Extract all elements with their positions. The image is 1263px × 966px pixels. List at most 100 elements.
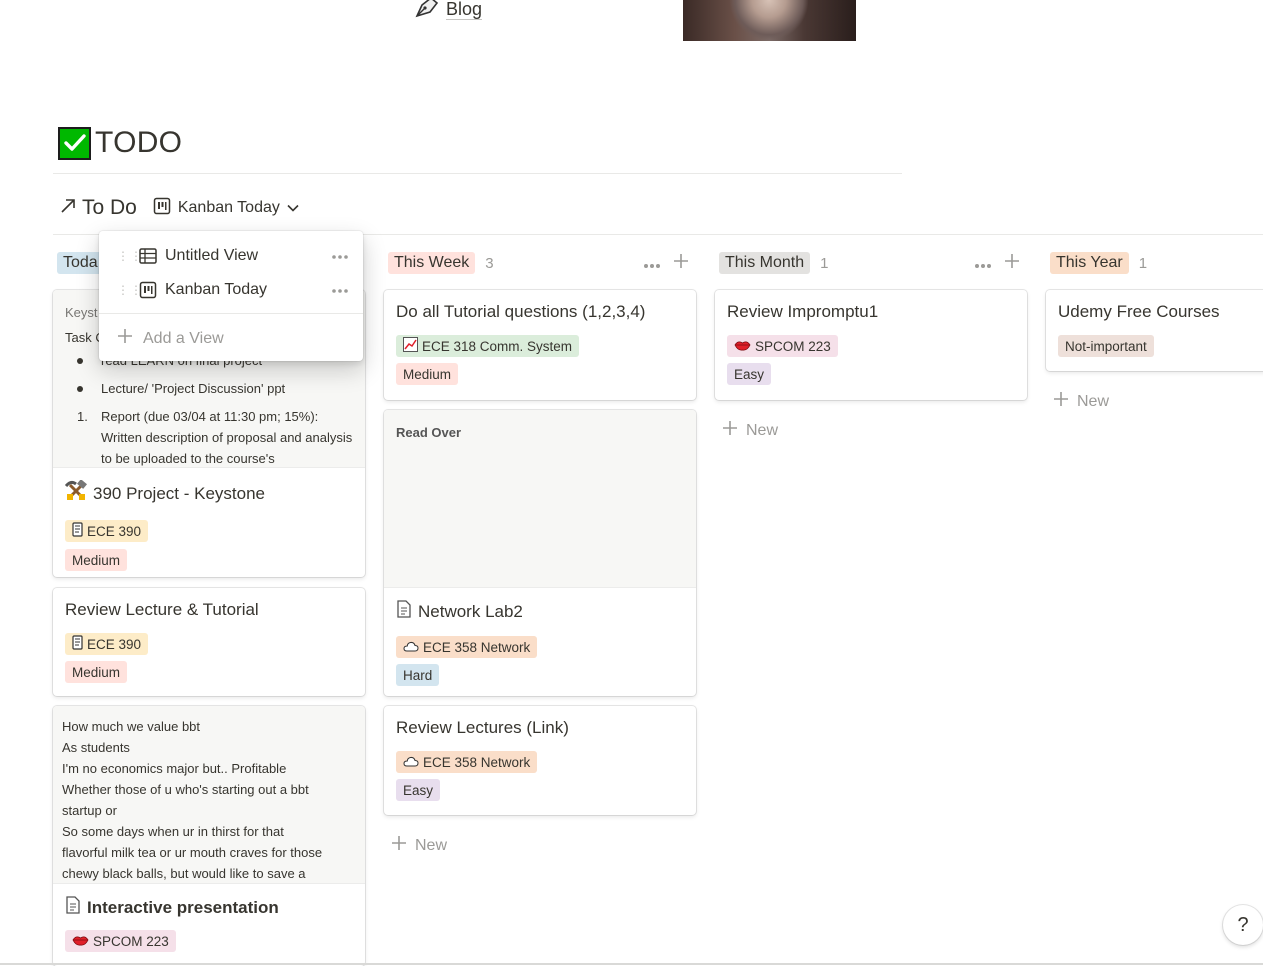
column-header-this-week: This Week 3 xyxy=(388,252,494,274)
more-icon[interactable] xyxy=(643,253,661,274)
plus-icon xyxy=(391,835,407,856)
preview-line: chewy black balls, but would like to sav… xyxy=(62,866,306,881)
profile-photo xyxy=(683,0,856,41)
database-title: To Do xyxy=(82,196,137,219)
hammer-and-pick-icon xyxy=(64,479,87,507)
page-title-row: TODO xyxy=(58,126,182,160)
help-button[interactable]: ? xyxy=(1223,905,1263,945)
course-tag: SPCOM 223 xyxy=(727,335,838,357)
course-tag: ECE 358 Network xyxy=(396,751,538,773)
view-menu-divider xyxy=(99,313,363,314)
course-tag: ECE 358 Network xyxy=(396,636,538,658)
card-tutorial-questions[interactable]: Do all Tutorial questions (1,2,3,4) ECE … xyxy=(384,290,696,400)
new-card-button[interactable]: New xyxy=(1053,391,1109,412)
card-title: Network Lab2 xyxy=(396,600,684,623)
preview-line: As students xyxy=(62,740,130,755)
plus-icon xyxy=(1053,391,1069,412)
table-icon xyxy=(139,248,157,264)
bottom-edge xyxy=(0,963,1263,965)
group-tag-this-month[interactable]: This Month xyxy=(719,252,811,274)
board-icon xyxy=(153,197,171,220)
preview-bullet: Lecture/ 'Project Discussion' ppt xyxy=(65,378,353,399)
card-title: Interactive presentation xyxy=(65,896,353,919)
card-preview: Read Over xyxy=(384,410,696,588)
card-review-impromptu[interactable]: Review Impromptu1 SPCOM 223 Easy xyxy=(715,290,1027,400)
view-menu-item-label: Untitled View xyxy=(165,247,259,264)
course-tag: ECE 390 xyxy=(65,633,149,655)
difficulty-tag: Medium xyxy=(65,549,128,571)
new-card-button[interactable]: New xyxy=(391,835,447,856)
title-divider xyxy=(53,173,902,174)
plus-icon xyxy=(722,420,738,441)
view-menu-item-kanban-today[interactable]: ⋮⋮ Kanban Today xyxy=(99,275,363,305)
blog-link[interactable]: Blog xyxy=(414,0,483,23)
more-icon[interactable] xyxy=(974,253,992,274)
difficulty-tag: Hard xyxy=(396,664,440,686)
preview-numbered-item: 1. Report (due 03/04 at 11:30 pm; 15%): W… xyxy=(77,409,353,466)
plus-icon[interactable] xyxy=(1004,253,1020,274)
preview-line: startup or xyxy=(62,803,117,818)
card-title: Review Lecture & Tutorial xyxy=(65,600,259,619)
card-title: Review Lectures (Link) xyxy=(396,718,569,737)
more-icon[interactable] xyxy=(331,247,349,265)
add-view-button[interactable]: Add a View xyxy=(117,328,224,349)
preview-line: flavorful milk tea or ur mouth craves fo… xyxy=(62,845,323,860)
drag-handle-icon[interactable]: ⋮⋮ xyxy=(117,284,142,296)
card-title: Do all Tutorial questions (1,2,3,4) xyxy=(396,302,646,321)
group-tag-this-year[interactable]: This Year xyxy=(1050,252,1129,274)
card-review-lecture[interactable]: Review Lecture & Tutorial ECE 390 Medium xyxy=(53,588,365,696)
plus-icon xyxy=(117,328,133,349)
difficulty-tag: Medium xyxy=(396,363,459,385)
page-icon xyxy=(396,600,412,623)
board-icon xyxy=(139,281,157,299)
view-menu: ⋮⋮ Untitled View ⋮⋮ Kanban Today Add a V… xyxy=(99,231,363,361)
current-view-label: Kanban Today xyxy=(177,199,280,216)
card-review-lectures-link[interactable]: Review Lectures (Link) ECE 358 Network E… xyxy=(384,706,696,815)
preview-line: How much we value bbt xyxy=(62,719,201,734)
preview-heading: Read Over xyxy=(396,425,462,440)
arrow-up-right-icon xyxy=(60,196,76,220)
plus-icon[interactable] xyxy=(673,253,689,274)
page-icon xyxy=(65,896,81,919)
blog-link-label: Blog xyxy=(446,0,483,20)
column-header-this-month: This Month 1 xyxy=(719,252,828,274)
difficulty-tag: Easy xyxy=(727,363,772,385)
scroll-icon xyxy=(72,522,83,540)
course-tag: ECE 318 Comm. System xyxy=(396,335,580,357)
preview-line: So some days when ur in thirst for that xyxy=(62,824,284,839)
drag-handle-icon[interactable]: ⋮⋮ xyxy=(117,250,142,262)
course-tag: ECE 390 xyxy=(65,520,149,542)
scroll-icon xyxy=(72,635,83,653)
view-switcher[interactable]: Kanban Today xyxy=(153,197,299,220)
lips-icon xyxy=(734,339,751,354)
preview-line: I'm no economics major but.. Profitable xyxy=(62,761,287,776)
card-preview: How much we value bbt As students I'm no… xyxy=(53,706,365,884)
column-header-today: Toda xyxy=(57,252,104,274)
difficulty-tag: Easy xyxy=(396,779,441,801)
view-menu-item-label: Kanban Today xyxy=(165,281,268,298)
column-header-this-year: This Year 1 xyxy=(1050,252,1147,274)
card-title: Udemy Free Courses xyxy=(1058,302,1220,321)
group-tag-this-week[interactable]: This Week xyxy=(388,252,476,274)
cloud-icon xyxy=(403,755,419,770)
difficulty-tag: Medium xyxy=(65,661,128,683)
course-tag: SPCOM 223 xyxy=(65,930,176,952)
card-udemy-courses[interactable]: Udemy Free Courses Not-important xyxy=(1046,290,1263,371)
more-icon[interactable] xyxy=(331,281,349,299)
column-controls xyxy=(974,253,1020,274)
fountain-pen-icon xyxy=(414,0,440,23)
check-mark-icon xyxy=(58,126,91,160)
view-menu-item-untitled[interactable]: ⋮⋮ Untitled View xyxy=(99,241,363,271)
new-card-button[interactable]: New xyxy=(722,420,778,441)
card-network-lab2[interactable]: Read Over Network Lab2 ECE 358 Network H… xyxy=(384,410,696,696)
cloud-icon xyxy=(403,640,419,655)
lips-icon xyxy=(72,934,89,949)
card-title: Review Impromptu1 xyxy=(727,302,879,321)
priority-tag: Not-important xyxy=(1058,335,1154,357)
chevron-down-icon xyxy=(287,199,299,217)
group-count: 3 xyxy=(485,254,494,272)
database-link[interactable]: To Do xyxy=(60,196,137,220)
group-tag-today[interactable]: Toda xyxy=(57,252,104,274)
chart-increasing-icon xyxy=(403,337,418,355)
card-interactive-presentation[interactable]: How much we value bbt As students I'm no… xyxy=(53,706,365,966)
